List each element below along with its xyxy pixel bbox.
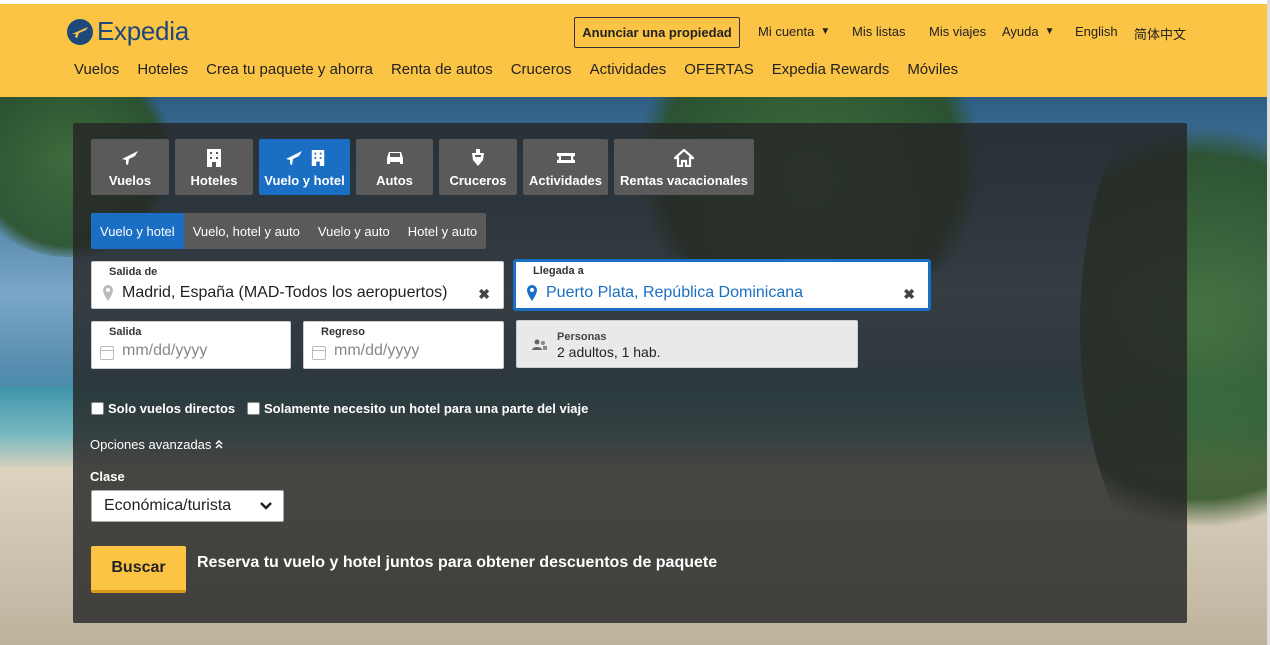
- car-icon: [386, 152, 403, 164]
- tab-cars-label: Autos: [376, 173, 413, 188]
- subtab-flight-car[interactable]: Vuelo y auto: [309, 213, 399, 249]
- nav-flights[interactable]: Vuelos: [74, 61, 119, 78]
- globe-plane-icon: [67, 18, 93, 45]
- tab-cruises-label: Cruceros: [449, 173, 507, 188]
- tab-activities[interactable]: Actividades: [523, 139, 608, 195]
- my-lists-link[interactable]: Mis listas: [852, 24, 905, 39]
- nav-hotels[interactable]: Hoteles: [137, 61, 188, 78]
- travelers-label: Personas: [557, 331, 607, 343]
- origin-value: Madrid, España (MAD-Todos los aeropuerto…: [122, 284, 448, 301]
- nav-mobile[interactable]: Móviles: [907, 61, 958, 78]
- tab-vacation-rentals-label: Rentas vacacionales: [620, 173, 748, 188]
- ticket-icon: [556, 153, 575, 163]
- depart-date-input[interactable]: [122, 342, 272, 360]
- clear-origin-icon[interactable]: ✖: [478, 286, 490, 303]
- language-english-link[interactable]: English: [1075, 24, 1118, 39]
- tab-cruises[interactable]: Cruceros: [439, 139, 517, 195]
- subtab-flight-hotel[interactable]: Vuelo y hotel: [91, 213, 184, 249]
- nav-rewards[interactable]: Expedia Rewards: [772, 61, 890, 78]
- calendar-icon: [312, 346, 326, 360]
- direct-flights-label: Solo vuelos directos: [108, 401, 236, 416]
- cruise-icon: [472, 149, 484, 166]
- partial-hotel-checkbox[interactable]: Solamente necesito un hotel para una par…: [247, 401, 588, 416]
- my-account-label: Mi cuenta: [758, 24, 815, 39]
- search-panel: Vuelos Hoteles Vuelo y hotel Autos Cruce…: [73, 123, 1187, 623]
- building-icon: [207, 149, 221, 167]
- main-nav: Vuelos Hoteles Crea tu paquete y ahorra …: [74, 61, 958, 78]
- tab-hotels-label: Hoteles: [190, 173, 238, 188]
- depart-date-field[interactable]: Salida: [91, 321, 291, 369]
- chevron-down-icon: ▼: [1044, 26, 1055, 37]
- checkbox-box[interactable]: [91, 402, 104, 415]
- return-date-field[interactable]: Regreso: [303, 321, 504, 369]
- advanced-options-label: Opciones avanzadas: [90, 437, 212, 452]
- language-chinese-link[interactable]: 简体中文: [1134, 24, 1186, 43]
- nav-offers[interactable]: OFERTAS: [684, 61, 753, 78]
- direct-flights-checkbox[interactable]: Solo vuelos directos: [91, 401, 235, 416]
- expedia-logo[interactable]: Expedia: [66, 16, 189, 47]
- building-icon: [311, 150, 324, 166]
- nav-bundle[interactable]: Crea tu paquete y ahorra: [206, 61, 373, 78]
- tab-flights-label: Vuelos: [108, 173, 152, 188]
- tab-vacation-rentals[interactable]: Rentas vacacionales: [614, 139, 754, 195]
- tab-activities-label: Actividades: [529, 173, 602, 188]
- destination-label: Llegada a: [533, 265, 584, 277]
- origin-field[interactable]: Salida de Madrid, España (MAD-Todos los …: [91, 261, 504, 309]
- return-date-input[interactable]: [334, 342, 484, 360]
- double-chevron-up-icon: [215, 439, 223, 449]
- chinese-label: 简体中文: [1134, 27, 1187, 42]
- my-trips-label: Mis viajes: [929, 24, 987, 39]
- chevron-down-icon: ▼: [820, 26, 831, 37]
- help-menu[interactable]: Ayuda ▼: [1002, 24, 1055, 39]
- map-pin-icon: [527, 285, 537, 301]
- class-label: Clase: [90, 469, 125, 484]
- class-value: Económica/turista: [104, 497, 232, 514]
- search-button[interactable]: Buscar: [91, 546, 186, 593]
- depart-date-label: Salida: [109, 326, 142, 338]
- map-pin-icon: [103, 285, 113, 301]
- chevron-down-icon: [260, 502, 272, 510]
- return-date-label: Regreso: [321, 326, 366, 338]
- partial-hotel-label: Solamente necesito un hotel para una par…: [264, 401, 589, 416]
- package-subtabs: Vuelo y hotel Vuelo, hotel y auto Vuelo …: [91, 213, 487, 249]
- plane-icon: [122, 151, 138, 165]
- calendar-icon: [100, 346, 114, 360]
- clear-destination-icon[interactable]: ✖: [903, 286, 915, 303]
- subtab-hotel-car[interactable]: Hotel y auto: [399, 213, 486, 249]
- travelers-value: 2 adultos, 1 hab.: [557, 344, 661, 360]
- site-header: Expedia Anunciar una propiedad Mi cuenta…: [0, 0, 1267, 97]
- destination-field[interactable]: Llegada a Puerto Plata, República Domini…: [514, 260, 930, 310]
- house-icon: [674, 149, 694, 167]
- tab-flight-hotel[interactable]: Vuelo y hotel: [259, 139, 350, 195]
- tab-flights[interactable]: Vuelos: [91, 139, 169, 195]
- brand-name: Expedia: [97, 16, 189, 46]
- help-label: Ayuda: [1002, 24, 1039, 39]
- advertise-property-button[interactable]: Anunciar una propiedad: [574, 17, 740, 48]
- nav-cruises[interactable]: Cruceros: [511, 61, 572, 78]
- nav-activities[interactable]: Actividades: [590, 61, 667, 78]
- english-label: English: [1075, 24, 1118, 39]
- my-lists-label: Mis listas: [852, 24, 906, 39]
- plane-icon: [285, 151, 302, 165]
- my-trips-link[interactable]: Mis viajes: [929, 24, 986, 39]
- bundle-promo-text: Reserva tu vuelo y hotel juntos para obt…: [197, 554, 718, 571]
- origin-label: Salida de: [109, 266, 158, 278]
- subtab-flight-hotel-car[interactable]: Vuelo, hotel y auto: [184, 213, 309, 249]
- my-account-menu[interactable]: Mi cuenta ▼: [758, 24, 830, 39]
- travelers-selector[interactable]: Personas 2 adultos, 1 hab.: [516, 320, 858, 368]
- destination-value: Puerto Plata, República Dominicana: [546, 284, 804, 301]
- tab-hotels[interactable]: Hoteles: [175, 139, 253, 195]
- people-icon: [532, 339, 547, 350]
- tab-cars[interactable]: Autos: [356, 139, 433, 195]
- checkbox-box[interactable]: [247, 402, 260, 415]
- nav-car-rental[interactable]: Renta de autos: [391, 61, 493, 78]
- tab-flight-hotel-label: Vuelo y hotel: [264, 173, 345, 188]
- advanced-options-toggle[interactable]: Opciones avanzadas: [90, 437, 223, 452]
- class-select[interactable]: Económica/turista: [91, 490, 284, 522]
